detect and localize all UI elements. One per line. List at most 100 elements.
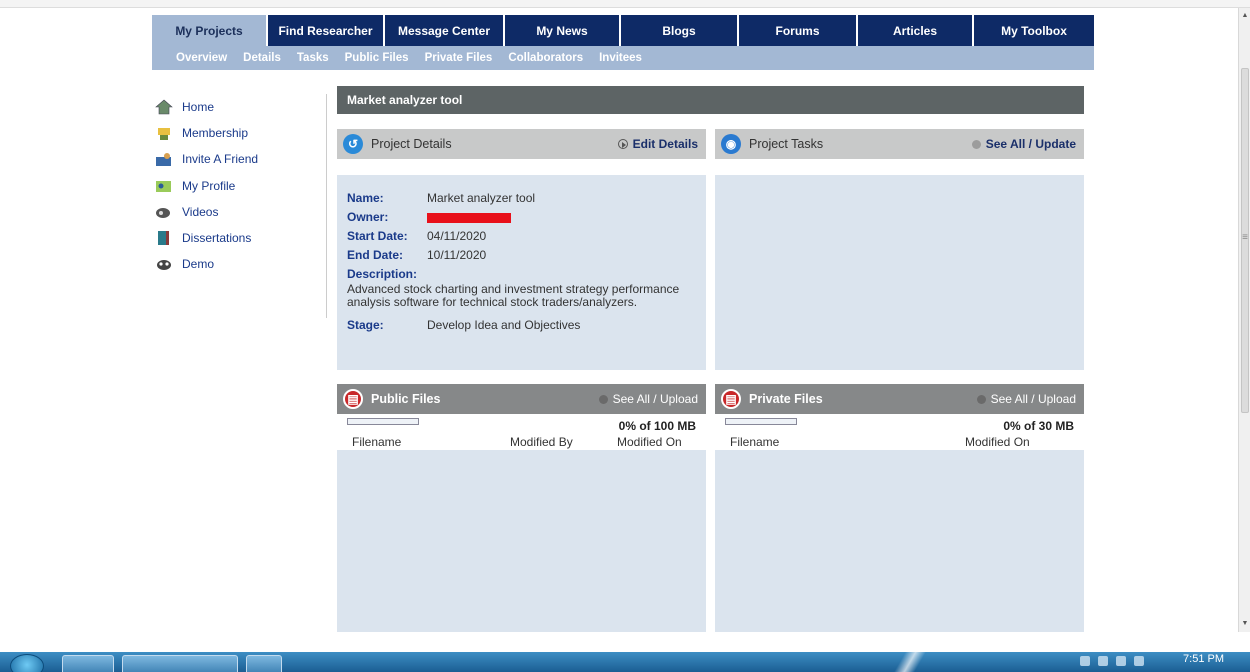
sidebar-item-home[interactable]: Home	[155, 94, 326, 120]
start-button-icon[interactable]	[10, 654, 44, 672]
edit-details-label: Edit Details	[632, 137, 698, 151]
windows-taskbar: 7:51 PM	[0, 652, 1250, 672]
sidebar-item-label: Membership	[182, 126, 249, 141]
project-description: Advanced stock charting and investment s…	[347, 282, 680, 309]
end-date-label: End Date:	[347, 248, 404, 262]
owner-redacted	[427, 212, 511, 223]
tab-forums[interactable]: Forums	[739, 15, 858, 46]
profile-icon	[155, 178, 173, 194]
column-modified-on[interactable]: Modified On	[965, 435, 1030, 449]
sidebar-item-membership[interactable]: Membership	[155, 120, 326, 146]
public-files-title: Public Files	[371, 392, 441, 406]
browser-taskbar-button[interactable]	[122, 655, 238, 672]
flag-icon[interactable]	[1098, 656, 1108, 666]
private-see-all-upload-label: See All / Upload	[990, 392, 1076, 406]
project-details-icon: ↺	[343, 134, 363, 154]
edit-details-link[interactable]: Edit Details	[617, 137, 706, 151]
network-icon[interactable]	[1080, 656, 1090, 666]
public-files-panel: 0% of 100 MB Filename Modified By Modifi…	[337, 414, 706, 632]
description-label: Description:	[347, 267, 418, 281]
book-icon	[155, 230, 173, 246]
globe-icon: ◉	[721, 134, 741, 154]
invite-icon	[155, 151, 173, 167]
tab-my-news[interactable]: My News	[505, 15, 621, 46]
start-date: 04/11/2020	[427, 229, 487, 243]
tab-find-researcher[interactable]: Find Researcher	[268, 15, 385, 46]
see-all-update-label: See All / Update	[985, 137, 1076, 151]
monitor-icon[interactable]	[1116, 656, 1126, 666]
sidebar-item-invite-a-friend[interactable]: Invite A Friend	[155, 146, 326, 172]
scroll-down-arrow-icon[interactable]: ▼	[1239, 618, 1250, 630]
public-quota-bar	[347, 418, 419, 425]
sidebar-item-my-profile[interactable]: My Profile	[155, 173, 326, 199]
project-tasks-panel	[715, 175, 1084, 370]
private-quota-text: 0% of 30 MB	[1003, 419, 1074, 433]
see-all-update-link[interactable]: See All / Update	[971, 137, 1084, 151]
bullet-icon	[976, 394, 986, 404]
demo-icon	[155, 256, 173, 272]
private-files-header: ▤ Private Files See All / Upload	[715, 384, 1084, 414]
public-files-header: ▤ Public Files See All / Upload	[337, 384, 706, 414]
subtab-public-files[interactable]: Public Files	[345, 52, 409, 64]
play-icon	[617, 139, 628, 149]
project-tasks-title: Project Tasks	[749, 137, 824, 151]
public-see-all-upload-label: See All / Upload	[612, 392, 698, 406]
sidebar-item-label: Invite A Friend	[182, 152, 259, 167]
private-files-panel: 0% of 30 MB Filename Modified On	[715, 414, 1084, 632]
subtab-tasks[interactable]: Tasks	[297, 52, 329, 64]
home-icon	[155, 99, 173, 115]
sidebar-item-label: Videos	[182, 204, 219, 219]
sidebar-item-videos[interactable]: Videos	[155, 199, 326, 225]
bullet-icon	[971, 139, 981, 149]
column-filename[interactable]: Filename	[730, 435, 779, 449]
sidebar-item-label: Dissertations	[182, 231, 252, 246]
private-quota-bar	[725, 418, 797, 425]
page-title: Market analyzer tool	[337, 86, 1084, 114]
public-quota-text: 0% of 100 MB	[618, 419, 696, 433]
media-taskbar-button[interactable]	[246, 655, 282, 672]
video-icon	[155, 204, 173, 220]
sidebar-item-label: Home	[182, 100, 215, 115]
sidebar-item-dissertations[interactable]: Dissertations	[155, 225, 326, 251]
sidebar-item-label: Demo	[182, 257, 215, 272]
tab-message-center[interactable]: Message Center	[385, 15, 505, 46]
project-details-panel: Name: Market analyzer tool Owner: Start D…	[337, 175, 706, 370]
membership-icon	[155, 125, 173, 141]
subtab-private-files[interactable]: Private Files	[425, 52, 493, 64]
explorer-taskbar-button[interactable]	[62, 655, 114, 672]
document-icon: ▤	[343, 389, 363, 409]
subtab-collaborators[interactable]: Collaborators	[508, 52, 583, 64]
column-filename[interactable]: Filename	[352, 435, 401, 449]
column-modified-by[interactable]: Modified By	[510, 435, 573, 449]
main-nav: My Projects Find Researcher Message Cent…	[152, 15, 1094, 46]
project-details-header: ↺ Project Details Edit Details	[337, 129, 706, 159]
taskbar-glare	[890, 652, 930, 672]
taskbar-clock[interactable]: 7:51 PM	[1183, 653, 1224, 665]
subtab-overview[interactable]: Overview	[176, 52, 227, 64]
project-stage: Develop Idea and Objectives	[427, 318, 581, 332]
sidebar-item-label: My Profile	[182, 178, 236, 193]
project-details-title: Project Details	[371, 137, 452, 151]
scroll-up-arrow-icon[interactable]: ▲	[1239, 10, 1250, 22]
private-see-all-upload-link[interactable]: See All / Upload	[976, 392, 1084, 406]
bullet-icon	[598, 394, 608, 404]
start-date-label: Start Date:	[347, 229, 408, 243]
column-modified-on[interactable]: Modified On	[617, 435, 682, 449]
sidebar-item-demo[interactable]: Demo	[155, 251, 326, 277]
vertical-scrollbar[interactable]: ▲ ▼	[1238, 8, 1250, 632]
public-see-all-upload-link[interactable]: See All / Upload	[598, 392, 706, 406]
project-name: Market analyzer tool	[427, 191, 536, 205]
end-date: 10/11/2020	[427, 248, 487, 262]
subtab-invitees[interactable]: Invitees	[599, 52, 642, 64]
tab-articles[interactable]: Articles	[858, 15, 974, 46]
project-tasks-header: ◉ Project Tasks See All / Update	[715, 129, 1084, 159]
volume-icon[interactable]	[1134, 656, 1144, 666]
sub-nav: Overview Details Tasks Public Files Priv…	[152, 46, 1094, 70]
browser-top-strip	[0, 0, 1250, 8]
document-icon: ▤	[721, 389, 741, 409]
tab-my-projects[interactable]: My Projects	[152, 15, 268, 46]
tab-my-toolbox[interactable]: My Toolbox	[974, 15, 1094, 46]
subtab-details[interactable]: Details	[243, 52, 281, 64]
private-files-title: Private Files	[749, 392, 823, 406]
tab-blogs[interactable]: Blogs	[621, 15, 739, 46]
